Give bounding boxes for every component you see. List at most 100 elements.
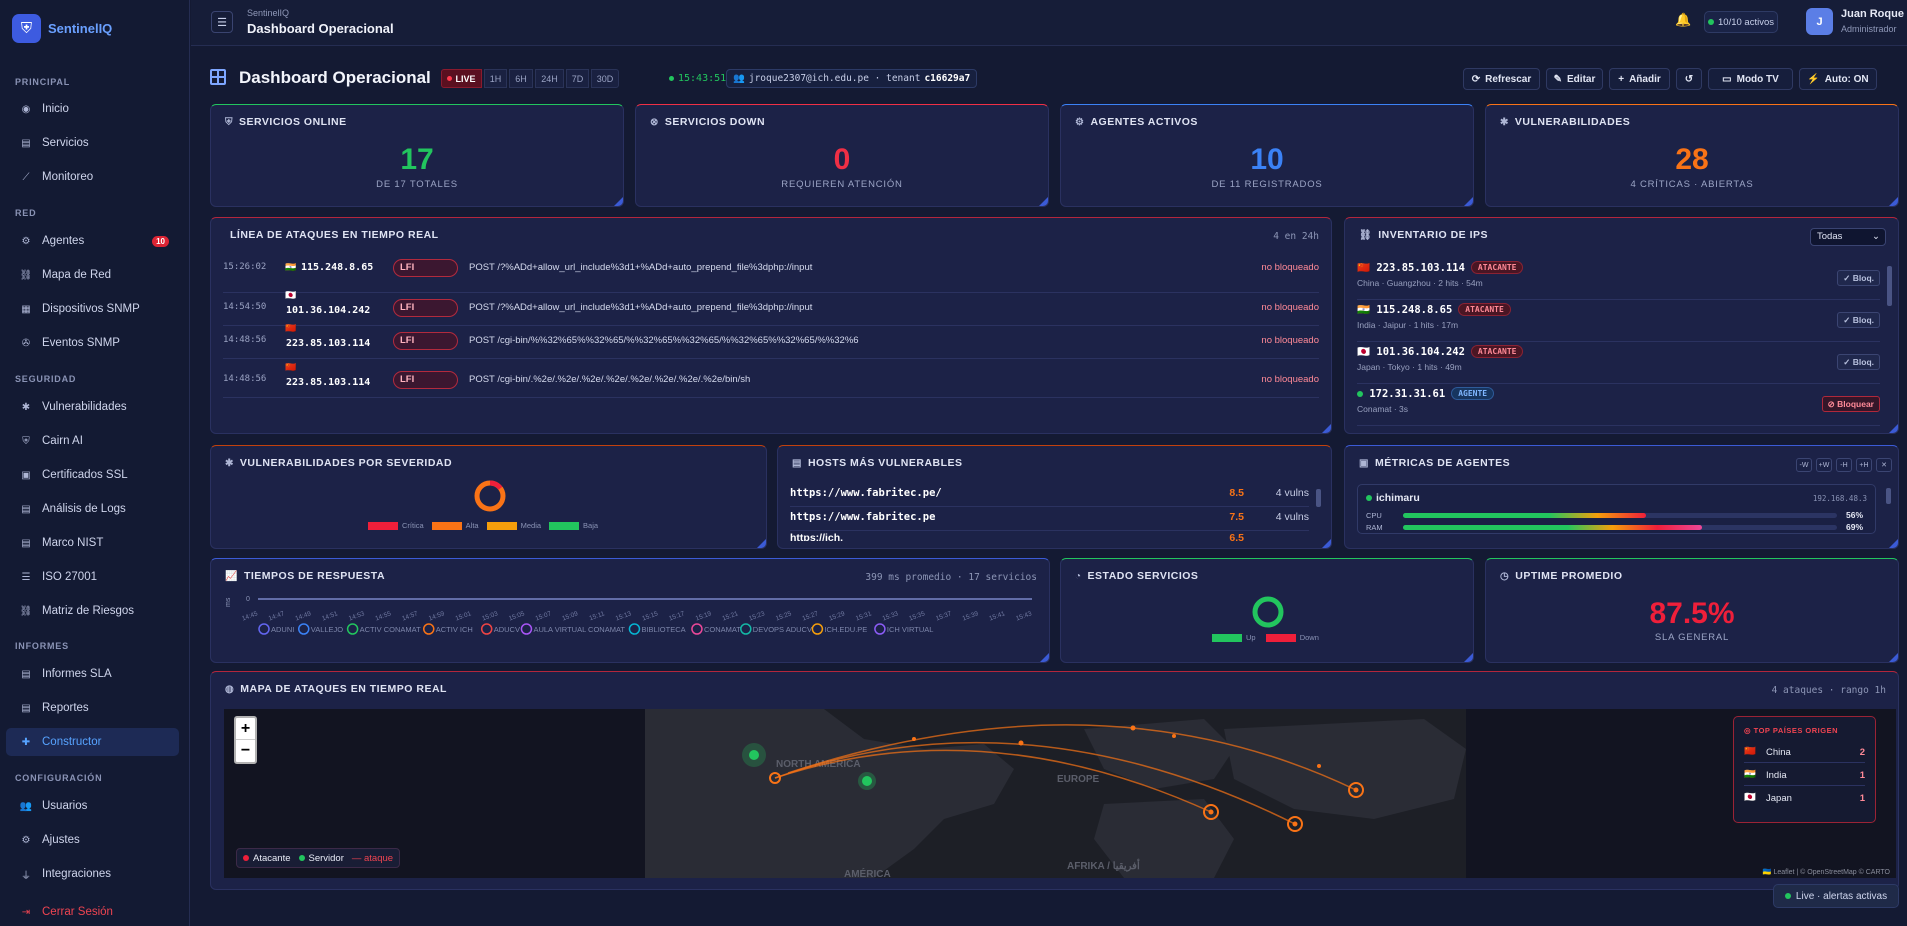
legend-marker[interactable] — [258, 623, 270, 635]
menu-toggle-button[interactable]: ☰ — [211, 11, 233, 33]
blocked-button[interactable]: ✓ Bloq. — [1837, 312, 1880, 328]
resize-handle[interactable] — [1040, 653, 1049, 662]
resize-handle[interactable] — [1889, 424, 1898, 433]
live-alerts-toast[interactable]: Live · alertas activas — [1773, 884, 1899, 908]
logout-button[interactable]: ⇥ Cerrar Sesión — [6, 898, 179, 926]
attack-row[interactable]: 14:48:56 🇨🇳 223.85.103.114 LFI POST /cgi… — [223, 323, 1319, 359]
attack-row[interactable]: 15:26:02 🇮🇳 115.248.8.65 LFI POST /?%ADd… — [223, 257, 1319, 293]
range-1h-button[interactable]: 1H — [484, 69, 507, 88]
legend-marker[interactable] — [480, 623, 493, 635]
attacker-ip[interactable]: 223.85.103.114 — [286, 377, 370, 388]
legend-marker[interactable] — [874, 623, 886, 635]
user-menu[interactable]: J Juan Roque Administrador — [1806, 8, 1906, 38]
attack-row[interactable]: 14:54:50 🇯🇵 101.36.104.242 LFI POST /?%A… — [223, 290, 1319, 326]
attacker-ip[interactable]: 101.36.104.242 — [286, 305, 370, 316]
attack-map[interactable]: NORTH AMERICA EUROPE AFRIKA / أفريقيا AM… — [224, 709, 1896, 878]
resize-handle[interactable] — [1889, 539, 1898, 548]
resize-handle[interactable] — [757, 539, 766, 548]
sidebar-item-an-lisis-de-logs[interactable]: ▤ Análisis de Logs — [6, 495, 179, 523]
sidebar-item-reportes[interactable]: ▤ Reportes — [6, 694, 179, 722]
sidebar-item-ajustes[interactable]: ⚙ Ajustes — [6, 826, 179, 854]
resize-handle[interactable] — [1464, 197, 1473, 206]
blocked-button[interactable]: ✓ Bloq. — [1837, 270, 1880, 286]
range-30d-button[interactable]: 30D — [591, 69, 619, 88]
sidebar-item-informes-sla[interactable]: ▤ Informes SLA — [6, 660, 179, 688]
sidebar-item-mapa-de-red[interactable]: ⛓ Mapa de Red — [6, 261, 179, 289]
resize-handle[interactable] — [1889, 653, 1898, 662]
legend-marker[interactable] — [298, 623, 310, 635]
resize-handle[interactable] — [1464, 653, 1473, 662]
legend-label[interactable]: ADUCV — [494, 625, 520, 634]
width-decrease-button[interactable]: -W — [1796, 458, 1812, 472]
legend-label[interactable]: VALLEJO — [311, 625, 344, 634]
bell-icon[interactable]: 🔔 — [1675, 12, 1691, 28]
brand-logo[interactable]: ⛨ SentinelIQ — [12, 14, 112, 43]
legend-marker[interactable] — [520, 623, 533, 635]
legend-label[interactable]: ACTIV CONAMAT — [360, 625, 422, 634]
width-increase-button[interactable]: +W — [1816, 458, 1832, 472]
resize-handle[interactable] — [614, 197, 623, 206]
attacker-ip[interactable]: 223.85.103.114 — [286, 338, 370, 349]
undo-button[interactable]: ↺ — [1676, 68, 1702, 90]
scrollbar[interactable] — [1886, 488, 1891, 504]
edit-button[interactable]: ✎ Editar — [1546, 68, 1603, 90]
legend-label[interactable]: BIBLIOTECA — [641, 625, 685, 634]
sidebar-item-monitoreo[interactable]: ⟋ Monitoreo — [6, 163, 179, 191]
legend-marker[interactable] — [423, 623, 435, 635]
sidebar-item-matriz-de-riesgos[interactable]: ⛓ Matriz de Riesgos — [6, 597, 179, 625]
sidebar-item-cairn-ai[interactable]: ⛨ Cairn AI — [6, 427, 179, 455]
breadcrumb-app[interactable]: SentinelIQ — [247, 8, 289, 18]
blocked-button[interactable]: ✓ Bloq. — [1837, 354, 1880, 370]
resize-handle[interactable] — [1322, 539, 1331, 548]
legend-label[interactable]: AULA VIRTUAL CONAMAT — [533, 625, 625, 634]
legend-marker[interactable] — [740, 623, 752, 635]
range-live-button[interactable]: LIVE — [441, 69, 482, 88]
legend-label[interactable]: ICH.EDU.PE — [824, 625, 867, 634]
map-attribution[interactable]: 🇺🇦 Leaflet | © OpenStreetMap © CARTO — [1763, 868, 1890, 876]
auto-refresh-toggle[interactable]: ⚡ Auto: ON — [1799, 68, 1877, 90]
tv-mode-button[interactable]: ▭ Modo TV — [1708, 68, 1793, 90]
sidebar-item-usuarios[interactable]: 👥 Usuarios — [6, 792, 179, 820]
sidebar-item-eventos-snmp[interactable]: ✇ Eventos SNMP — [6, 329, 179, 357]
sidebar-item-certificados-ssl[interactable]: ▣ Certificados SSL — [6, 461, 179, 489]
legend-label[interactable]: ICH VIRTUAL — [887, 625, 934, 634]
sidebar-item-dispositivos-snmp[interactable]: ▦ Dispositivos SNMP — [6, 295, 179, 323]
zoom-in-button[interactable]: + — [236, 718, 255, 740]
attacker-ip[interactable]: 115.248.8.65 — [301, 262, 373, 273]
legend-label[interactable]: CONAMAT — [704, 625, 741, 634]
host-row[interactable]: https://www.fabritec.pe 7.5 4 vulns — [790, 507, 1309, 531]
block-button[interactable]: ⊘ Bloquear — [1821, 396, 1880, 412]
refresh-button[interactable]: ⟳ Refrescar — [1463, 68, 1540, 90]
legend-marker[interactable] — [628, 623, 641, 635]
host-row[interactable]: https://www.fabritec.pe/8.5 4 vulns — [790, 483, 1309, 507]
sidebar-item-vulnerabilidades[interactable]: ✱ Vulnerabilidades — [6, 393, 179, 421]
agent-metric-item[interactable]: ichimaru 192.168.48.3 CPU 56% RAM 69% — [1357, 484, 1876, 534]
legend-marker[interactable] — [691, 623, 703, 635]
range-7d-button[interactable]: 7D — [566, 69, 589, 88]
sidebar-item-iso-27001[interactable]: ☰ ISO 27001 — [6, 563, 179, 591]
attack-row[interactable]: 14:48:56 🇨🇳 223.85.103.114 LFI POST /cgi… — [223, 362, 1319, 398]
ip-filter-select[interactable]: Todas ⌄ — [1810, 228, 1886, 246]
height-decrease-button[interactable]: -H — [1836, 458, 1852, 472]
ip-row[interactable]: 🇮🇳 115.248.8.65 ATACANTE India · Jaipur ·… — [1357, 300, 1880, 342]
resize-handle[interactable] — [1322, 424, 1331, 433]
ip-row[interactable]: 172.31.31.61 AGENTE Conamat · 3s ⊘ Bloque… — [1357, 384, 1880, 426]
ip-row[interactable]: 🇨🇳 223.85.103.114 ATACANTE China · Guangz… — [1357, 258, 1880, 300]
close-widget-button[interactable]: ✕ — [1876, 458, 1892, 472]
zoom-out-button[interactable]: − — [236, 740, 255, 762]
sidebar-item-agentes[interactable]: ⚙ Agentes 10 — [6, 227, 179, 255]
scrollbar[interactable] — [1316, 489, 1321, 507]
legend-label[interactable]: ADUNI — [271, 625, 294, 634]
scrollbar[interactable] — [1887, 266, 1892, 306]
sidebar-item-integraciones[interactable]: ⏚ Integraciones — [6, 860, 179, 888]
range-24h-button[interactable]: 24H — [535, 69, 564, 88]
server-marker[interactable] — [749, 750, 759, 760]
resize-handle[interactable] — [1039, 197, 1048, 206]
server-marker[interactable] — [862, 776, 872, 786]
legend-label[interactable]: ACTIV ICH — [436, 625, 473, 634]
sidebar-item-servicios[interactable]: ▤ Servicios — [6, 129, 179, 157]
legend-marker[interactable] — [346, 623, 359, 635]
height-increase-button[interactable]: +H — [1856, 458, 1872, 472]
sidebar-item-constructor[interactable]: ✚ Constructor — [6, 728, 179, 756]
range-6h-button[interactable]: 6H — [509, 69, 533, 88]
